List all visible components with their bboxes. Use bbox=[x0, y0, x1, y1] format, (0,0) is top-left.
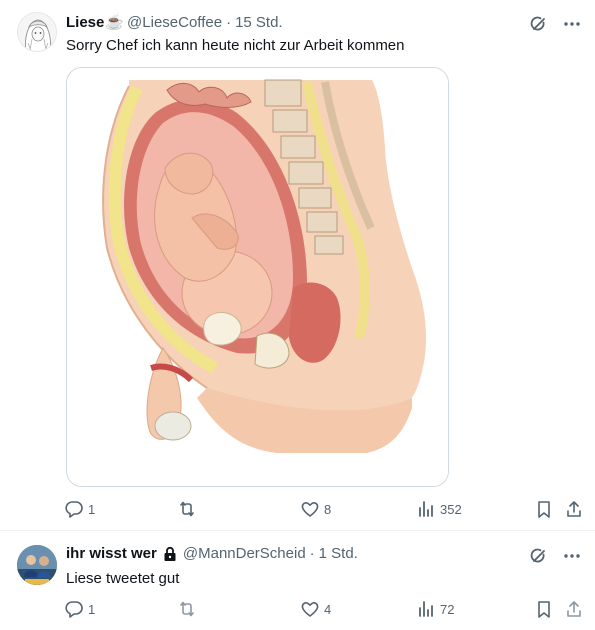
tweet-top-actions bbox=[529, 546, 581, 566]
retweet-icon bbox=[177, 599, 197, 619]
reply-button[interactable]: 1 bbox=[64, 498, 95, 520]
like-icon bbox=[300, 499, 320, 519]
views-button[interactable]: 352 bbox=[416, 498, 462, 520]
bookmark-icon bbox=[534, 499, 554, 519]
more-icon[interactable] bbox=[563, 15, 581, 33]
grok-icon[interactable] bbox=[529, 546, 549, 566]
tweet-media-image[interactable] bbox=[66, 67, 449, 487]
lock-icon bbox=[163, 546, 177, 562]
tweet-text: Liese tweetet gut bbox=[66, 570, 180, 587]
more-icon[interactable] bbox=[563, 547, 581, 565]
like-button[interactable]: 8 bbox=[300, 498, 331, 520]
user-handle[interactable]: @LieseCoffee bbox=[127, 14, 222, 31]
tweet[interactable]: ihr wisst wer @MannDerScheid · 1 Std. Li… bbox=[0, 531, 595, 630]
tweet-header: ihr wisst wer @MannDerScheid · 1 Std. bbox=[66, 545, 358, 562]
display-name[interactable]: ihr wisst wer bbox=[66, 545, 157, 562]
share-icon bbox=[564, 599, 584, 619]
like-button[interactable]: 4 bbox=[300, 598, 331, 620]
user-handle[interactable]: @MannDerScheid bbox=[183, 545, 306, 562]
like-count: 4 bbox=[324, 601, 332, 617]
views-icon bbox=[416, 499, 436, 519]
reply-count: 1 bbox=[88, 501, 96, 517]
grok-icon[interactable] bbox=[529, 14, 549, 34]
reply-icon bbox=[64, 499, 84, 519]
views-count: 72 bbox=[440, 601, 455, 617]
reply-count: 1 bbox=[88, 601, 96, 617]
timestamp[interactable]: 1 Std. bbox=[319, 545, 358, 562]
reply-button[interactable]: 1 bbox=[64, 598, 95, 620]
tweet-top-actions bbox=[529, 14, 581, 34]
bookmark-icon bbox=[534, 599, 554, 619]
like-count: 8 bbox=[324, 501, 332, 517]
separator-dot: · bbox=[309, 545, 315, 562]
retweet-button[interactable] bbox=[177, 598, 201, 620]
bookmark-button[interactable] bbox=[534, 598, 554, 620]
bookmark-button[interactable] bbox=[534, 498, 554, 520]
retweet-button[interactable] bbox=[177, 498, 201, 520]
retweet-icon bbox=[177, 499, 197, 519]
timestamp[interactable]: 15 Std. bbox=[235, 14, 283, 31]
share-icon bbox=[564, 499, 584, 519]
tweet-text: Sorry Chef ich kann heute nicht zur Arbe… bbox=[66, 37, 405, 54]
tweet-actions: 1 4 72 bbox=[64, 598, 588, 620]
tweet-header: Liese ☕ @LieseCoffee · 15 Std. bbox=[66, 13, 283, 32]
views-icon bbox=[416, 599, 436, 619]
views-button[interactable]: 72 bbox=[416, 598, 454, 620]
separator-dot: · bbox=[226, 13, 232, 31]
views-count: 352 bbox=[440, 501, 462, 517]
reply-icon bbox=[64, 599, 84, 619]
tweet[interactable]: Liese ☕ @LieseCoffee · 15 Std. Sorry Che… bbox=[0, 0, 595, 531]
avatar[interactable] bbox=[17, 12, 57, 52]
share-button[interactable] bbox=[564, 498, 584, 520]
like-icon bbox=[300, 599, 320, 619]
avatar[interactable] bbox=[17, 545, 57, 585]
tweet-actions: 1 8 352 bbox=[64, 498, 588, 520]
display-name[interactable]: Liese bbox=[66, 14, 104, 31]
coffee-emoji: ☕ bbox=[105, 14, 125, 31]
share-button[interactable] bbox=[564, 598, 584, 620]
